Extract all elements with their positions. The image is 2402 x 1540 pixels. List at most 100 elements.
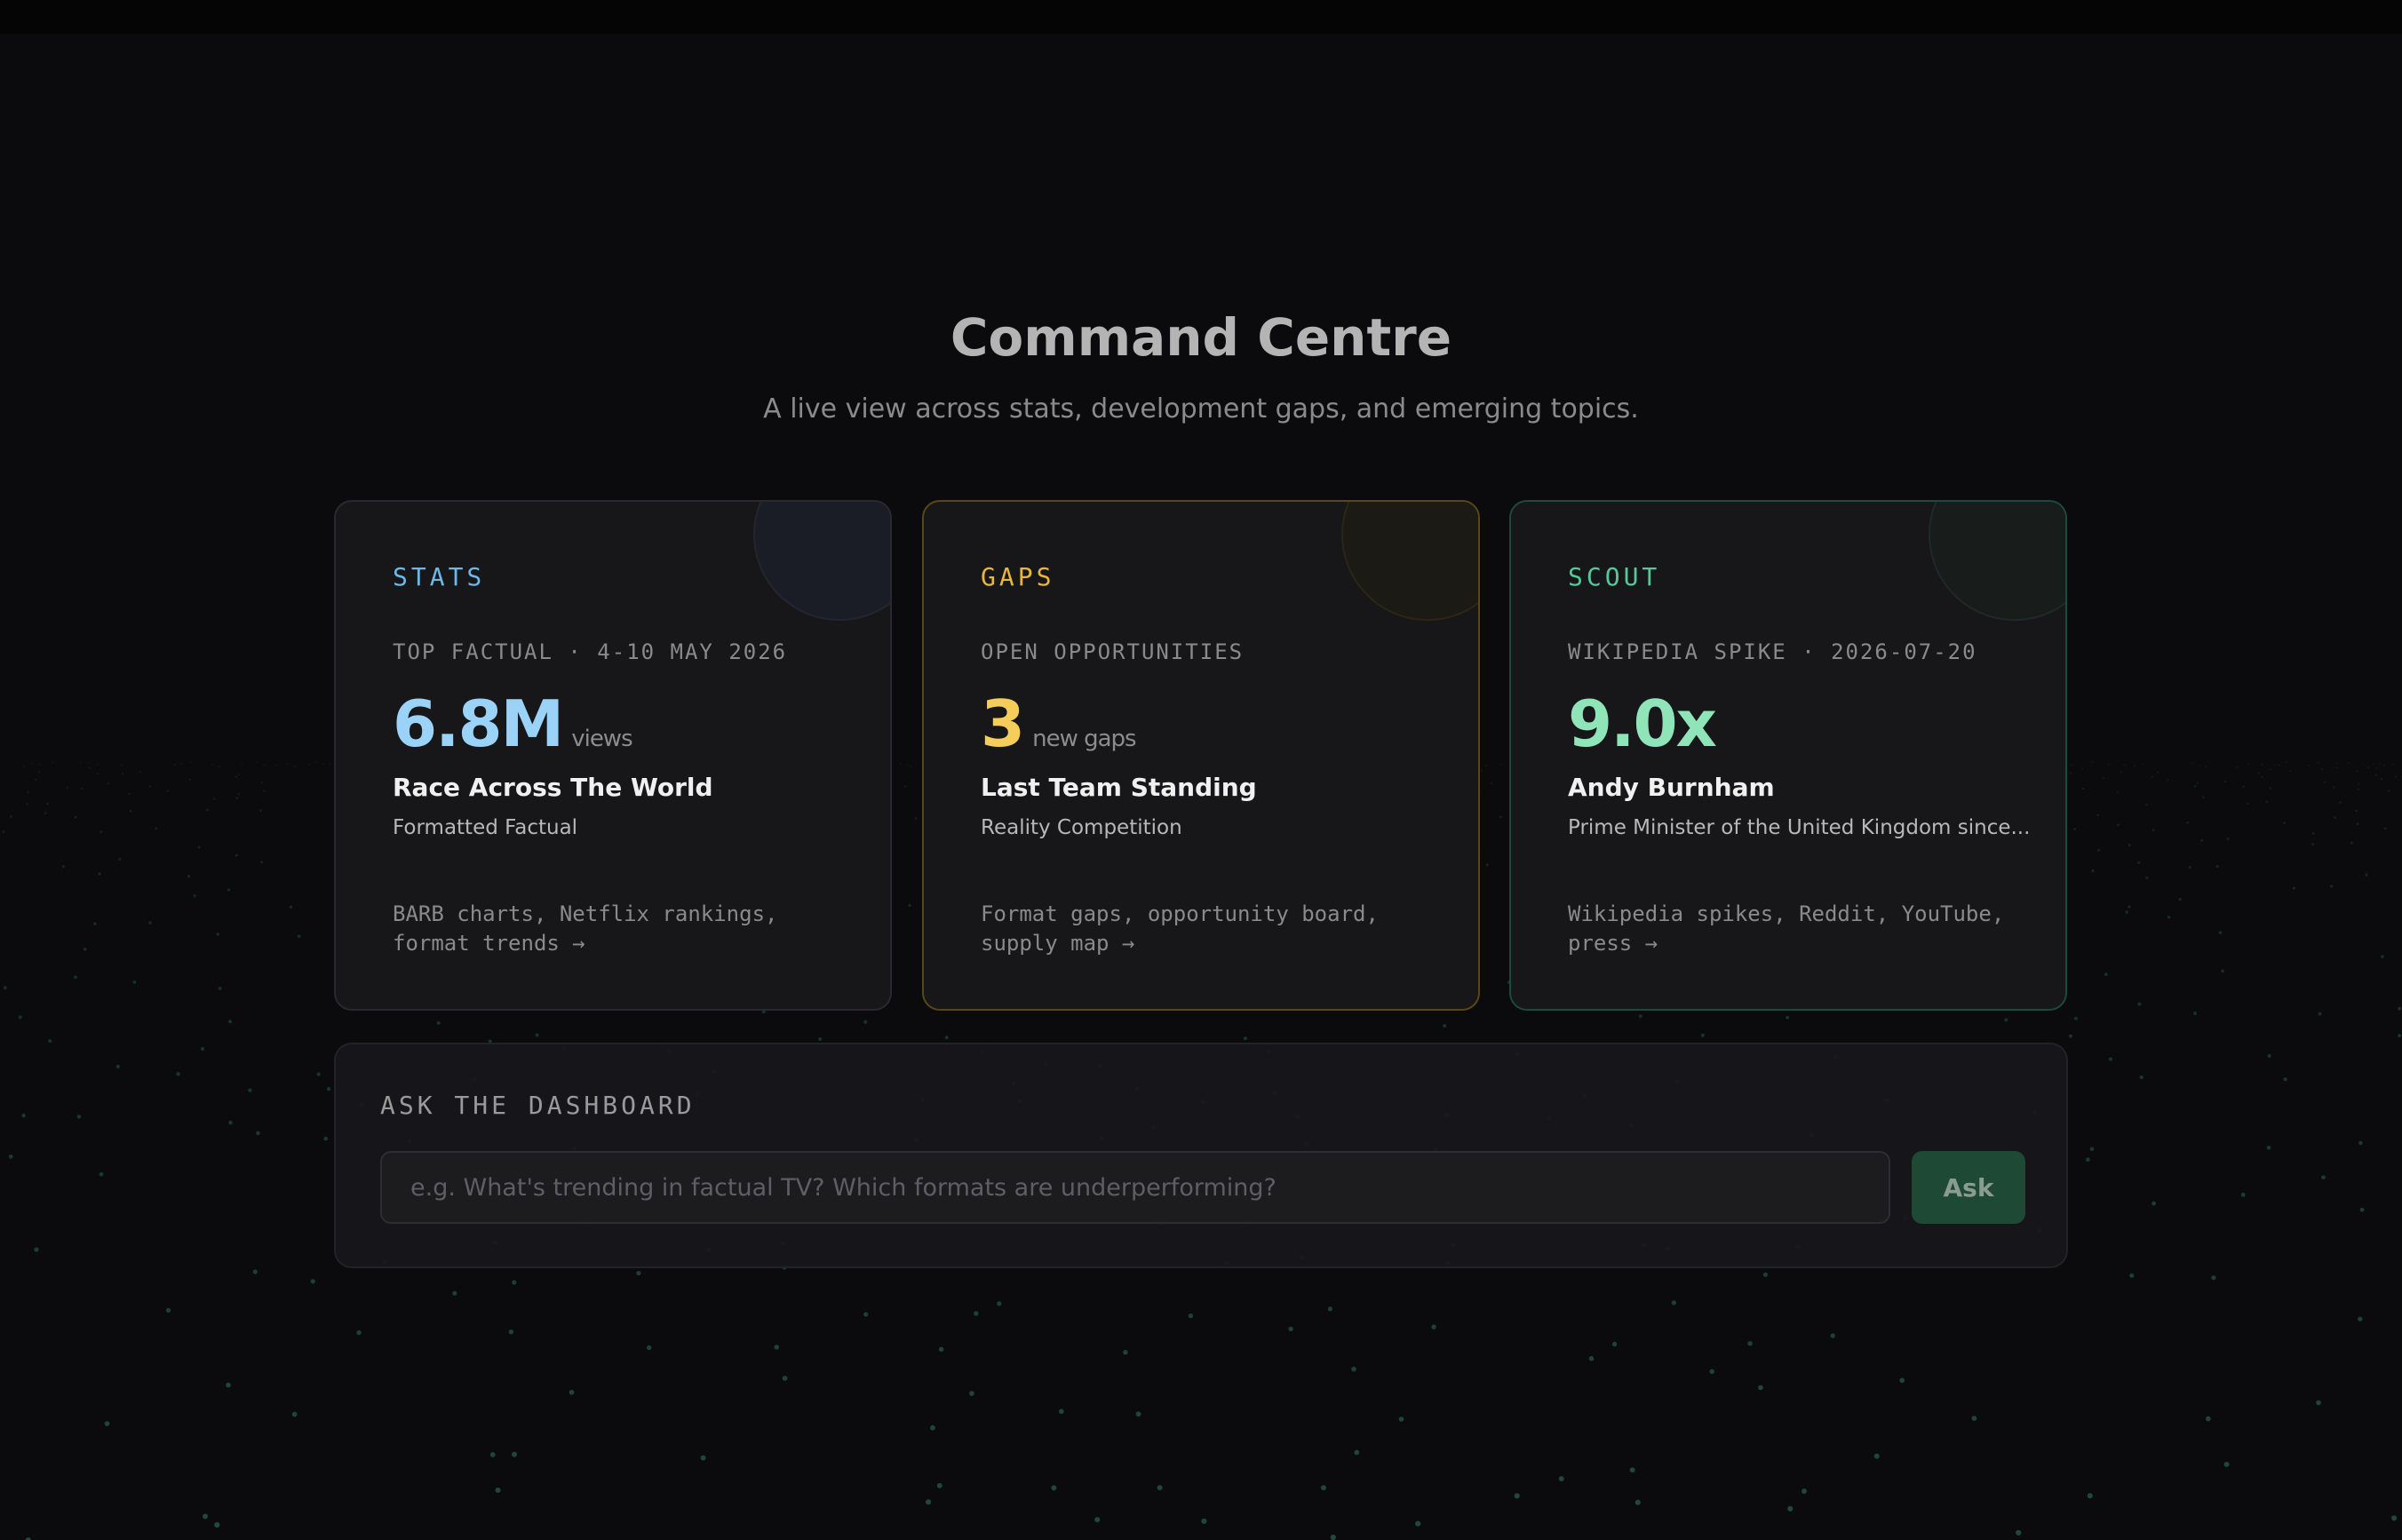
background-dot <box>2129 1273 2135 1278</box>
ask-label: ASK THE DASHBOARD <box>380 1091 696 1120</box>
background-dot <box>2167 916 2171 919</box>
stats-card[interactable]: STATS TOP FACTUAL · 4-10 MAY 2026 6.8M vi… <box>334 500 892 1011</box>
background-dot <box>98 872 101 876</box>
background-dot <box>2247 762 2249 765</box>
background-dot <box>2292 886 2295 890</box>
background-dot <box>636 1271 641 1276</box>
card-item-title: Last Team Standing <box>981 773 1257 802</box>
background-dot <box>2392 763 2395 766</box>
background-dot <box>2398 1034 2402 1038</box>
gaps-card[interactable]: GAPS OPEN OPPORTUNITIES 3 new gaps Last T… <box>922 500 1480 1011</box>
background-dot <box>1123 1349 1128 1355</box>
ask-input[interactable] <box>380 1151 1890 1224</box>
background-dot <box>1873 1453 1880 1459</box>
background-dot <box>2261 763 2263 766</box>
background-dot <box>1558 1476 1564 1481</box>
background-dot <box>197 845 201 849</box>
background-dot <box>275 764 278 766</box>
background-dot <box>2236 766 2239 768</box>
background-dot <box>930 1425 935 1431</box>
background-dot <box>322 762 325 765</box>
background-dot <box>37 771 41 774</box>
background-dot <box>2124 764 2126 766</box>
background-dot <box>2247 802 2249 806</box>
background-dot <box>2145 876 2149 879</box>
background-dot <box>2383 827 2387 830</box>
scout-card[interactable]: SCOUT WIKIPEDIA SPIKE · 2026-07-20 9.0x … <box>1509 500 2067 1011</box>
card-footer-link[interactable]: Format gaps, opportunity board, supply m… <box>981 900 1425 958</box>
background-dot <box>2117 823 2120 827</box>
background-dot <box>863 1020 868 1024</box>
background-dot <box>323 1136 329 1141</box>
background-dot <box>155 827 158 830</box>
background-dot <box>34 1247 39 1252</box>
background-dot <box>132 980 137 984</box>
background-dot <box>2321 1175 2326 1180</box>
background-dot <box>121 764 123 766</box>
background-dot <box>1762 1272 1768 1277</box>
background-dot <box>115 1064 120 1068</box>
background-dot <box>329 762 331 765</box>
background-dot <box>2205 766 2207 768</box>
background-dot <box>212 798 216 800</box>
background-dot <box>187 874 191 878</box>
background-dot <box>74 975 77 980</box>
background-dot <box>326 1086 331 1091</box>
background-dot <box>2339 801 2342 804</box>
card-item-subtitle: Prime Minister of the United Kingdom sin… <box>1568 816 2031 839</box>
background-dot <box>2070 772 2072 774</box>
background-dot <box>291 1411 298 1417</box>
background-dot <box>2335 766 2338 769</box>
background-dot <box>2267 1053 2271 1058</box>
background-dot <box>1787 1505 1794 1512</box>
background-dot <box>938 1346 944 1353</box>
background-dot <box>1671 1300 1676 1306</box>
background-dot <box>2375 767 2378 770</box>
ask-button[interactable]: Ask <box>1912 1151 2025 1224</box>
background-dot <box>2142 763 2144 765</box>
background-dot <box>2226 837 2230 841</box>
background-dot <box>356 1330 362 1336</box>
background-dot <box>2285 761 2287 764</box>
background-dot <box>10 814 12 818</box>
background-dot <box>2378 763 2381 765</box>
background-dot <box>2151 829 2155 832</box>
card-decoration <box>1929 502 2065 621</box>
background-dot <box>130 809 132 813</box>
background-dot <box>2380 777 2382 781</box>
background-dot <box>436 1020 441 1025</box>
background-dot <box>1709 1369 1714 1375</box>
background-dot <box>1188 1313 1194 1319</box>
card-footer-link[interactable]: Wikipedia spikes, Reddit, YouTube, press… <box>1568 900 2012 958</box>
background-dot <box>2356 770 2358 773</box>
background-dot <box>190 761 193 764</box>
background-dot <box>2016 1529 2022 1536</box>
card-metric-row: 3 new gaps <box>981 679 1137 768</box>
background-dot <box>2205 1416 2211 1422</box>
cards-row: STATS TOP FACTUAL · 4-10 MAY 2026 6.8M vi… <box>334 500 2068 1012</box>
background-dot <box>2086 1157 2090 1163</box>
background-dot <box>2361 763 2364 766</box>
background-dot <box>1058 1409 1064 1415</box>
background-dot <box>263 790 266 792</box>
background-dot <box>79 761 82 764</box>
card-footer-link[interactable]: BARB charts, Netflix rankings, format tr… <box>393 900 837 958</box>
background-dot <box>202 1513 209 1520</box>
background-dot <box>2128 905 2131 909</box>
background-dot <box>2167 779 2169 782</box>
background-dot <box>508 1330 514 1335</box>
background-dot <box>2269 767 2271 770</box>
background-dot <box>1330 1534 1336 1540</box>
background-dot <box>1802 1488 1807 1494</box>
background-dot <box>27 790 29 794</box>
background-dot <box>66 786 68 790</box>
background-dot <box>1201 1518 1207 1524</box>
background-dot <box>2334 816 2336 819</box>
background-dot <box>2223 780 2227 783</box>
background-dot <box>2321 768 2323 770</box>
background-dot <box>2125 910 2128 914</box>
page-title: Command Centre <box>950 307 1452 368</box>
background-dot <box>2333 786 2335 789</box>
background-dot <box>1634 1499 1641 1505</box>
background-dot <box>307 764 310 766</box>
